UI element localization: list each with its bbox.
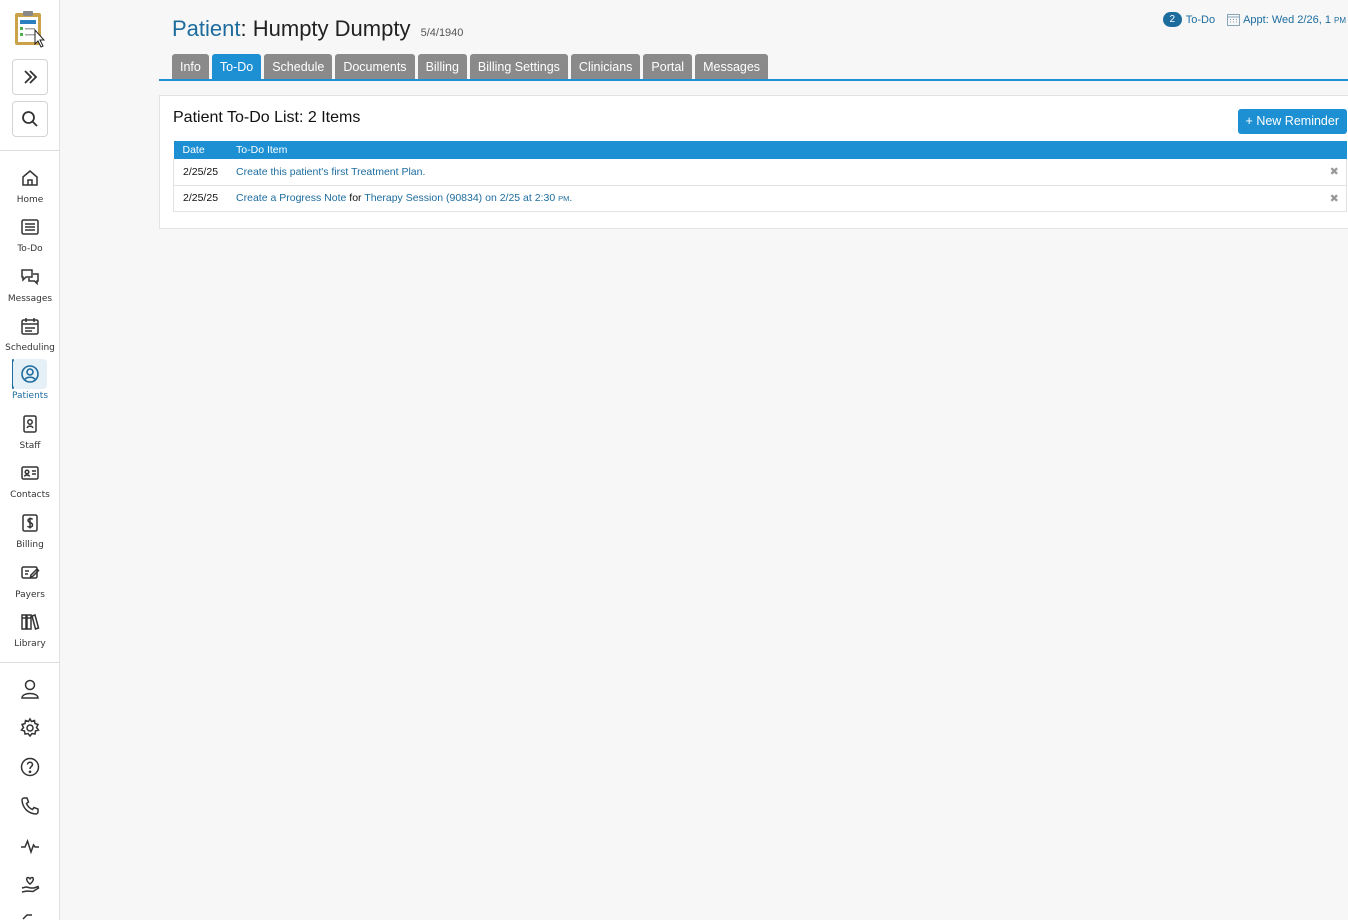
nav-payers[interactable]: Payers (0, 558, 60, 604)
create-progress-note-link[interactable]: Create a Progress Note (236, 192, 346, 204)
nav-contacts[interactable]: Contacts (0, 458, 60, 504)
tab-documents[interactable]: Documents (335, 54, 415, 79)
tab-schedule[interactable]: Schedule (264, 54, 333, 79)
column-header-actions (1322, 141, 1347, 159)
care-button[interactable] (15, 870, 45, 900)
session-text: Therapy Session (90834) on 2/25 at 2:30 (364, 192, 556, 204)
nav-patients[interactable]: Patients (0, 359, 60, 405)
nav-patients-label: Patients (11, 391, 49, 401)
todo-list-title: Patient To-Do List: 2 Items (173, 109, 361, 126)
tab-todo[interactable]: To-Do (211, 54, 262, 79)
nav-billing-label: Billing (16, 540, 44, 550)
session-period: . (569, 192, 573, 204)
settings-button[interactable] (15, 713, 45, 743)
header-status: 2 To-Do Appt: Wed 2/26, 1 PM (1162, 12, 1346, 27)
row-connector-text: for (349, 192, 362, 204)
appointment-suffix: PM (1334, 15, 1346, 25)
row-item: Create a Progress Note for Therapy Sessi… (227, 185, 1323, 212)
nav-library[interactable]: Library (0, 607, 60, 653)
tab-underline (159, 79, 1348, 81)
title-separator: : (240, 16, 247, 41)
nav-home-label: Home (16, 195, 44, 205)
account-button[interactable] (15, 674, 45, 704)
todo-table: Date To-Do Item 2/25/25 Create this pati… (173, 141, 1347, 212)
payment-icon (21, 566, 40, 579)
help-button[interactable] (15, 752, 45, 782)
heart-hand-icon (21, 876, 40, 893)
session-time-suffix: PM (558, 194, 570, 203)
nav-library-label: Library (14, 639, 46, 649)
close-icon: ✖ (1329, 166, 1339, 179)
dollar-icon (22, 514, 38, 532)
nav-messages[interactable]: Messages (0, 262, 60, 308)
table-row: 2/25/25 Create this patient's first Trea… (173, 159, 1347, 186)
todo-link[interactable]: To-Do (1186, 14, 1215, 26)
nav-todo-label: To-Do (17, 244, 43, 254)
nav-contacts-label: Contacts (10, 490, 50, 500)
nav-staff-label: Staff (19, 441, 41, 451)
search-icon (22, 111, 38, 127)
nav-staff[interactable]: Staff (0, 409, 60, 455)
title-prefix: Patient (172, 16, 241, 41)
row-item: Create this patient's first Treatment Pl… (227, 159, 1323, 186)
calendar-icon (1227, 13, 1241, 26)
chat-icon (21, 269, 39, 286)
books-icon (21, 614, 40, 630)
table-row: 2/25/25 Create a Progress Note for Thera… (173, 185, 1347, 212)
tab-billing[interactable]: Billing (417, 54, 467, 79)
patient-dob: 5/4/1940 (420, 27, 464, 39)
nav-billing[interactable]: Billing (0, 508, 60, 554)
nav-messages-label: Messages (7, 294, 53, 304)
page-title: Patient: Humpty Dumpty 5/4/1940 (172, 16, 463, 42)
activity-icon (21, 838, 39, 855)
home-icon (22, 170, 38, 186)
column-header-item[interactable]: To-Do Item (227, 141, 1323, 159)
todo-panel: Patient To-Do List: 2 Items + New Remind… (159, 95, 1348, 229)
tab-messages[interactable]: Messages (695, 54, 769, 79)
calendar-icon (21, 318, 39, 335)
gear-icon (20, 717, 40, 738)
tab-billing-settings[interactable]: Billing Settings (469, 54, 568, 79)
help-icon (20, 757, 40, 777)
badge-icon (23, 415, 37, 433)
list-icon (21, 219, 39, 235)
nav-home[interactable]: Home (0, 163, 60, 209)
patient-tabs: Info To-Do Schedule Documents Billing Bi… (172, 54, 769, 79)
user-circle-icon (21, 365, 39, 383)
delete-button[interactable]: ✖ (1322, 159, 1347, 186)
nav-todo[interactable]: To-Do (0, 212, 60, 258)
delete-button[interactable]: ✖ (1322, 185, 1347, 212)
todo-count-badge[interactable]: 2 (1162, 12, 1182, 27)
user-icon (21, 679, 39, 699)
nav-payers-label: Payers (15, 590, 45, 600)
therapy-notes-logo[interactable] (13, 10, 47, 48)
tab-portal[interactable]: Portal (643, 54, 693, 79)
tab-clinicians[interactable]: Clinicians (570, 54, 641, 79)
more-icon (22, 914, 32, 920)
search-button[interactable] (12, 101, 48, 137)
nav-scheduling[interactable]: Scheduling (0, 311, 60, 357)
nav-scheduling-label: Scheduling (5, 343, 55, 353)
contact-card-icon (21, 466, 39, 480)
appointment-text: Appt: Wed 2/26, 1 (1243, 13, 1331, 26)
activity-button[interactable] (15, 831, 45, 861)
therapy-session-link[interactable]: Therapy Session (90834) on 2/25 at 2:30 … (364, 192, 572, 204)
more-button[interactable] (15, 906, 45, 920)
close-icon: ✖ (1329, 192, 1339, 205)
double-chevron-right-icon (24, 70, 38, 84)
row-date: 2/25/25 (173, 159, 228, 186)
row-date: 2/25/25 (173, 185, 228, 212)
sidebar: Home To-Do Messages Scheduling Patients … (0, 0, 60, 920)
expand-sidebar-button[interactable] (12, 59, 48, 95)
appointment-link[interactable]: Appt: Wed 2/26, 1 PM (1243, 14, 1346, 26)
phone-button[interactable] (15, 791, 45, 821)
tab-info[interactable]: Info (172, 54, 209, 79)
new-reminder-button[interactable]: + New Reminder (1237, 109, 1347, 134)
phone-icon (21, 797, 39, 815)
patient-name: Humpty Dumpty (252, 16, 411, 41)
create-treatment-plan-link[interactable]: Create this patient's first Treatment Pl… (236, 166, 425, 178)
column-header-date[interactable]: Date (173, 141, 228, 159)
